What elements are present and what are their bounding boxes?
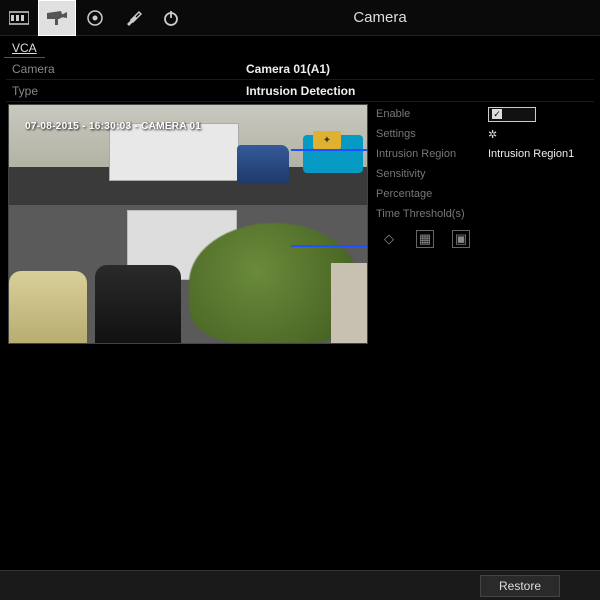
region-label: Intrusion Region xyxy=(376,148,488,160)
camera-icon[interactable] xyxy=(38,0,76,36)
sensitivity-label: Sensitivity xyxy=(376,168,488,180)
type-value[interactable]: Intrusion Detection xyxy=(246,84,355,98)
row-threshold: Time Threshold(s) xyxy=(376,204,600,224)
settings-gear-icon[interactable] xyxy=(76,0,114,36)
camera-label: Camera xyxy=(6,62,246,76)
camera-value[interactable]: Camera 01(A1) xyxy=(246,62,330,76)
region-tools: ◇ ▦ ▣ xyxy=(376,224,600,248)
row-enable: Enable ✓ xyxy=(376,104,600,124)
content-area: 07-08-2015 - 16:30:03 - CAMERA 01 ✦ Enab… xyxy=(0,102,600,344)
page-title: Camera xyxy=(190,9,600,26)
enable-label: Enable xyxy=(376,108,488,120)
diamond-tool-icon[interactable]: ◇ xyxy=(380,230,398,248)
tools-icon[interactable] xyxy=(114,0,152,36)
settings-label: Settings xyxy=(376,128,488,140)
restore-button[interactable]: Restore xyxy=(480,575,560,597)
tab-vca[interactable]: VCA xyxy=(4,39,45,58)
video-preview[interactable]: 07-08-2015 - 16:30:03 - CAMERA 01 ✦ xyxy=(8,104,368,344)
footer: Restore xyxy=(0,570,600,600)
toolbar xyxy=(0,0,190,36)
row-region: Intrusion Region Intrusion Region1 xyxy=(376,144,600,164)
motion-badge-icon: ✦ xyxy=(313,131,341,149)
row-percentage: Percentage xyxy=(376,184,600,204)
enable-checkbox[interactable]: ✓ xyxy=(488,107,536,122)
preview-overlay-text: 07-08-2015 - 16:30:03 - CAMERA 01 xyxy=(25,121,201,132)
percentage-label: Percentage xyxy=(376,188,488,200)
settings-panel: Enable ✓ Settings ✲ Intrusion Region Int… xyxy=(368,104,600,344)
schedule-icon[interactable] xyxy=(0,0,38,36)
region-value[interactable]: Intrusion Region1 xyxy=(488,148,574,160)
form-area: Camera Camera 01(A1) Type Intrusion Dete… xyxy=(0,58,600,102)
row-sensitivity: Sensitivity xyxy=(376,164,600,184)
settings-gear-mini-icon[interactable]: ✲ xyxy=(488,128,497,141)
power-icon[interactable] xyxy=(152,0,190,36)
top-bar: Camera xyxy=(0,0,600,36)
tab-row: VCA xyxy=(0,36,600,58)
type-label: Type xyxy=(6,84,246,98)
row-settings: Settings ✲ xyxy=(376,124,600,144)
row-type: Type Intrusion Detection xyxy=(6,80,594,102)
threshold-label: Time Threshold(s) xyxy=(376,208,488,220)
row-camera: Camera Camera 01(A1) xyxy=(6,58,594,80)
clear-tool-icon[interactable]: ▣ xyxy=(452,230,470,248)
grid-tool-icon[interactable]: ▦ xyxy=(416,230,434,248)
